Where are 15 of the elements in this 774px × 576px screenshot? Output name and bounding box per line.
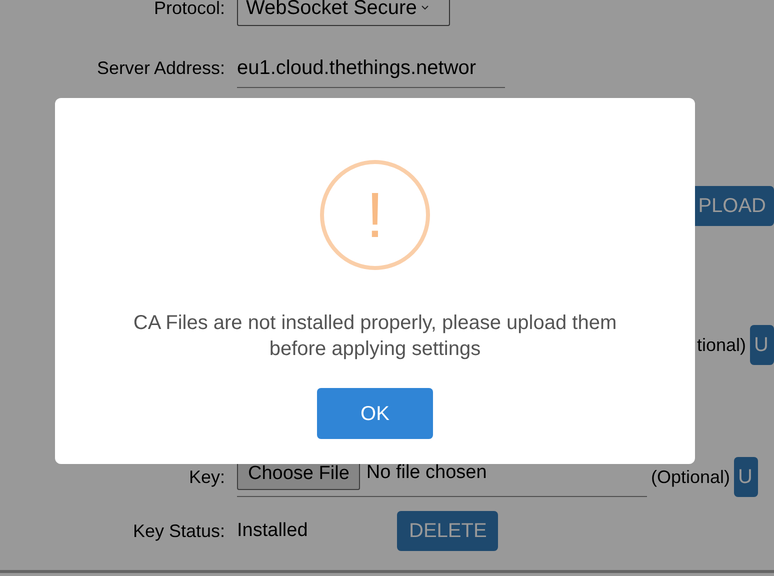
- action-button[interactable]: U: [734, 457, 758, 497]
- action-button[interactable]: U: [750, 325, 774, 365]
- field-label: Key Status:: [132, 520, 225, 543]
- alert-message: CA Files are not installed properly, please upload them before applying settings: [132, 311, 618, 362]
- status-value: Installed: [237, 518, 309, 543]
- optional-note: tional): [696, 334, 746, 357]
- ok-button[interactable]: OK: [317, 388, 433, 439]
- field-label: Protocol:: [154, 0, 225, 20]
- optional-note: (Optional): [651, 466, 730, 489]
- field-label: Server Address:: [96, 56, 225, 80]
- field-label: Key:: [188, 466, 225, 489]
- server-address-field[interactable]: eu1.cloud.thethings.networ: [237, 48, 505, 88]
- exclamation-mark: !: [366, 183, 384, 247]
- chevron-down-icon: [420, 5, 429, 11]
- action-button[interactable]: DELETE: [397, 511, 498, 551]
